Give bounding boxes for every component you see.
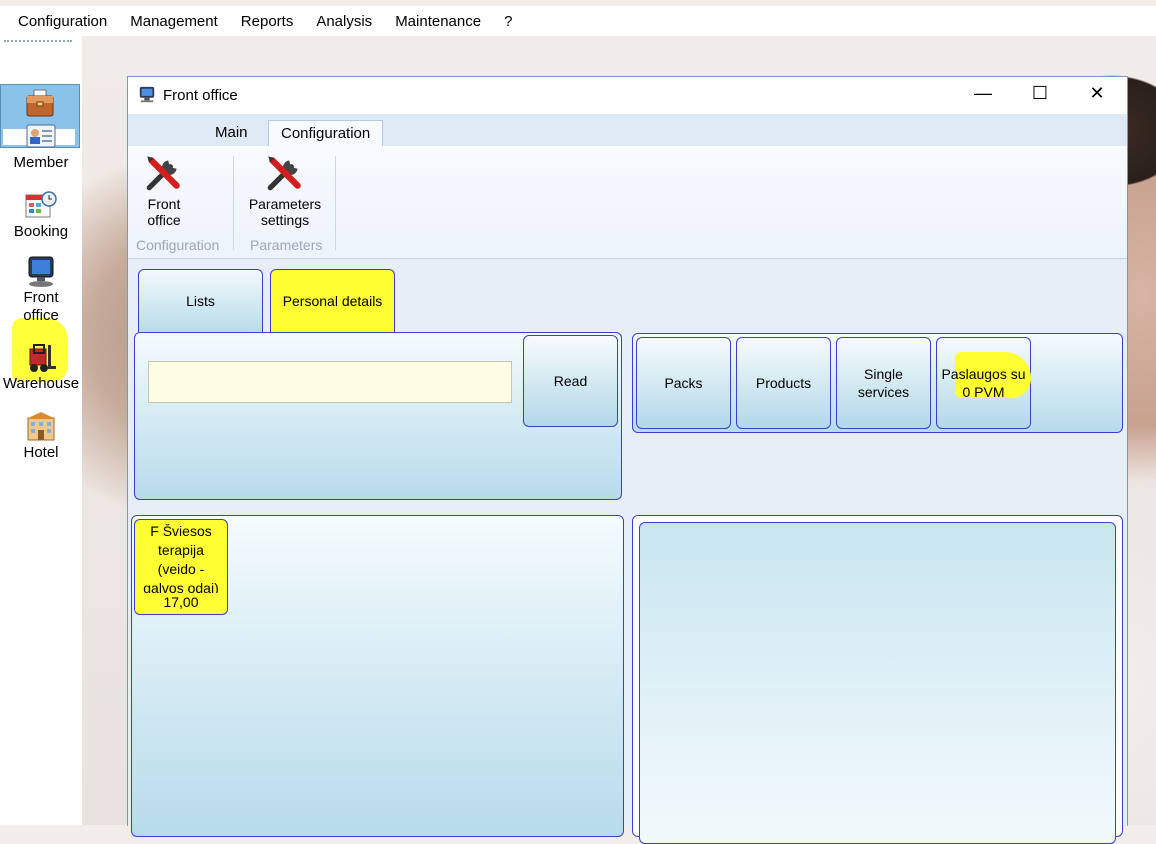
module-sidebar: List Member Booking Fr (0, 36, 82, 825)
member-card-icon (26, 124, 56, 148)
calendar-icon (25, 191, 57, 218)
category-label: services (857, 384, 910, 400)
category-label: Packs (664, 375, 703, 391)
tab-main[interactable]: Main (203, 120, 260, 146)
parameters-settings-button[interactable]: Parameters settings (244, 152, 326, 228)
window-title: Front office (163, 87, 238, 104)
menu-bar: Configuration Management Reports Analysi… (0, 6, 1156, 36)
maximize-button[interactable]: ☐ (1025, 83, 1055, 104)
tab-lists[interactable]: Lists (138, 269, 263, 332)
sidebar-grip (4, 40, 72, 42)
front-office-config-button[interactable]: Front office (136, 152, 192, 228)
read-button-label: Read (553, 373, 588, 389)
ribbon-separator (233, 156, 234, 250)
ribbon-button-label: settings (260, 212, 310, 228)
menu-reports[interactable]: Reports (229, 13, 305, 30)
title-bar: Front office — ☐ ✕ (128, 77, 1127, 113)
briefcase-icon (26, 89, 54, 117)
hotel-icon (26, 412, 56, 441)
tab-configuration[interactable]: Configuration (268, 120, 384, 147)
ribbon-button-label: office (147, 212, 181, 228)
menu-maintenance[interactable]: Maintenance (383, 13, 492, 30)
search-input[interactable] (148, 361, 512, 403)
front-office-content: Lists Personal details Read Packs Produc… (128, 259, 1127, 844)
ribbon: Front office Configuration Parameters se… (128, 146, 1127, 259)
tab-label: Lists (186, 293, 215, 309)
monitor-icon (139, 86, 155, 103)
tab-label: Personal details (282, 293, 383, 309)
forklift-icon (29, 344, 56, 372)
category-label: Paslaugos su (941, 366, 1026, 382)
ribbon-separator (335, 156, 336, 250)
order-panel (632, 515, 1123, 844)
sidebar-item-member[interactable]: Member (0, 120, 82, 171)
category-products-button[interactable]: Products (736, 337, 831, 429)
service-item-name: F Šviesos terapija (veido - galvos odai) (143, 523, 219, 596)
monitor-icon (28, 256, 54, 287)
front-office-window: Front office — ☐ ✕ Main Configuration Fr… (127, 76, 1128, 844)
sidebar-item-booking[interactable]: Booking (0, 189, 82, 240)
menu-help[interactable]: ? (492, 13, 523, 30)
sidebar-item-label: Warehouse (2, 375, 80, 392)
close-button[interactable]: ✕ (1082, 83, 1112, 104)
tools-icon (146, 156, 180, 191)
ribbon-group-label: Configuration (136, 237, 220, 253)
services-panel: F Šviesos terapija (veido - galvos odai)… (131, 515, 624, 837)
order-list (639, 522, 1116, 844)
category-label: Products (755, 375, 812, 391)
service-item-price: 17,00 (135, 593, 227, 612)
category-label: 0 PVM (962, 384, 1005, 400)
sidebar-item-front-office[interactable]: Front office (0, 255, 82, 325)
sidebar-item-label: Booking (13, 223, 69, 240)
menu-analysis[interactable]: Analysis (304, 13, 383, 30)
category-paslaugos-button[interactable]: Paslaugos su 0 PVM (936, 337, 1031, 429)
ribbon-button-label: Front (147, 196, 181, 212)
sidebar-item-label: Member (13, 154, 69, 171)
minimize-button[interactable]: — (968, 83, 998, 104)
read-button[interactable]: Read (523, 335, 618, 427)
category-label: Single (864, 366, 903, 382)
category-packs-button[interactable]: Packs (636, 337, 731, 429)
sidebar-item-hotel[interactable]: Hotel (0, 410, 82, 461)
ribbon-group-label: Parameters (250, 237, 323, 253)
ribbon-tab-strip: Main Configuration (128, 114, 1127, 147)
sidebar-item-label: office (23, 307, 59, 324)
tools-icon (267, 156, 301, 191)
sidebar-item-label: Hotel (23, 444, 59, 461)
category-panel: Packs Products Single services Paslaugos… (632, 333, 1123, 433)
tab-personal-details[interactable]: Personal details (270, 269, 395, 332)
category-single-services-button[interactable]: Single services (836, 337, 931, 429)
ribbon-button-label: Parameters (248, 196, 322, 212)
sidebar-item-warehouse[interactable]: Warehouse (0, 341, 82, 392)
sidebar-item-label: Front (23, 289, 59, 306)
menu-management[interactable]: Management (118, 13, 229, 30)
search-panel: Read (134, 332, 622, 500)
menu-configuration[interactable]: Configuration (0, 13, 118, 30)
service-item-button[interactable]: F Šviesos terapija (veido - galvos odai)… (134, 519, 228, 615)
